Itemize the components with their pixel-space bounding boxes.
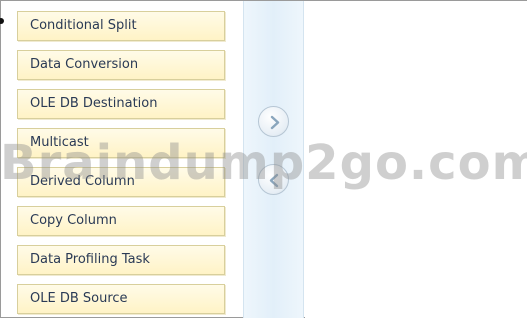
list-item-ole-db-source[interactable]: OLE DB Source [17,284,225,314]
move-left-button[interactable] [258,164,289,195]
list-item-ole-db-destination[interactable]: OLE DB Destination [17,89,225,119]
list-item-copy-column[interactable]: Copy Column [17,206,225,236]
chevron-left-icon [269,173,279,188]
chevron-right-icon [270,115,280,130]
bullet-marker [0,18,4,24]
list-item-data-profiling-task[interactable]: Data Profiling Task [17,245,225,275]
move-controls-panel [243,1,304,318]
answer-target-area[interactable] [305,1,527,318]
drag-drop-answer-area: Conditional Split Data Conversion OLE DB… [0,0,527,318]
source-components-list: Conditional Split Data Conversion OLE DB… [9,5,243,317]
list-item-conditional-split[interactable]: Conditional Split [17,11,225,41]
list-item-multicast[interactable]: Multicast [17,128,225,158]
list-item-data-conversion[interactable]: Data Conversion [17,50,225,80]
list-item-derived-column[interactable]: Derived Column [17,167,225,197]
move-right-button[interactable] [258,106,289,137]
